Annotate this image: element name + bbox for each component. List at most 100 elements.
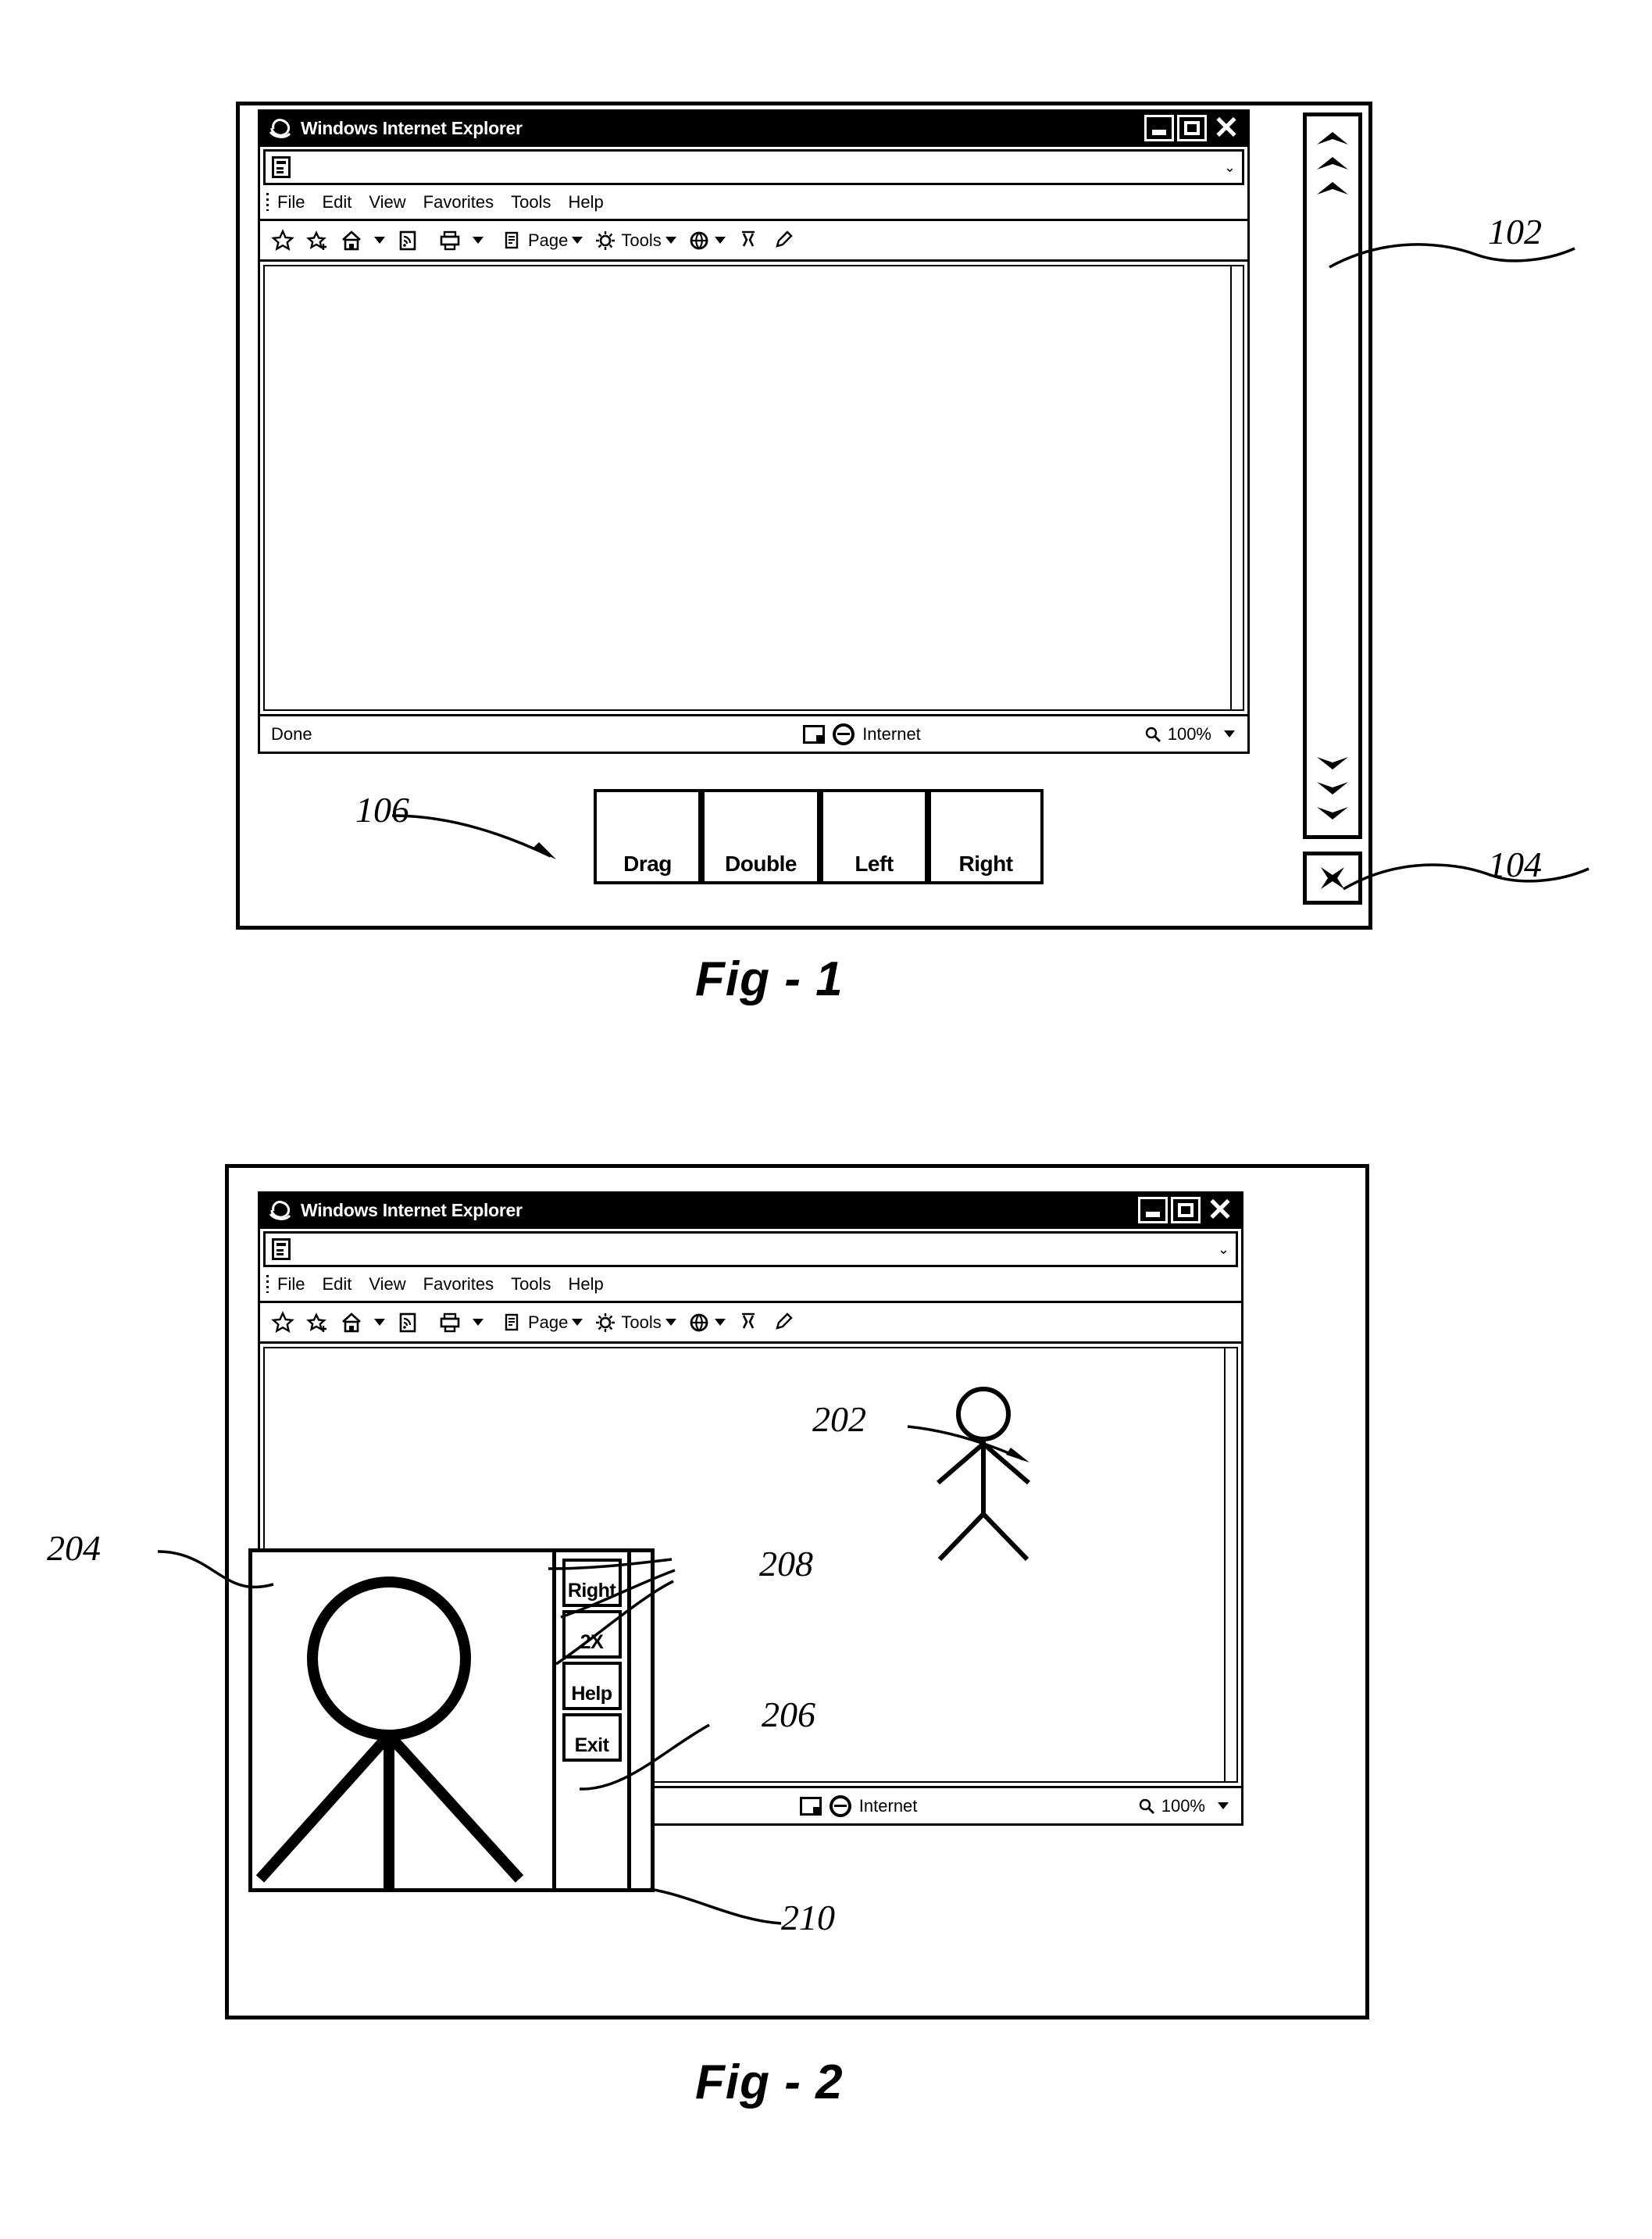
leader-line-104 [1343, 863, 1590, 891]
overlay-sidebar[interactable] [627, 1552, 651, 1888]
globe-help-icon [690, 1313, 708, 1332]
chevron-up-icon[interactable] [1315, 177, 1351, 198]
zoom-2x-button[interactable]: 2X [562, 1610, 622, 1659]
right-click-button[interactable]: Right [928, 789, 1044, 884]
menu-item-file[interactable]: File [277, 1274, 305, 1294]
page-menu[interactable]: Page [501, 1311, 583, 1334]
menu-item-edit[interactable]: Edit [322, 192, 351, 212]
internet-zone-globe-icon [829, 1794, 851, 1817]
exit-button[interactable]: Exit [562, 1713, 622, 1762]
close-box[interactable] [1303, 852, 1362, 905]
page-menu-icon [505, 231, 519, 248]
page-vertical-scrollbar[interactable] [1230, 266, 1243, 709]
print-dropdown-caret-icon[interactable] [473, 1319, 483, 1326]
scroll-up-group[interactable] [1315, 127, 1351, 198]
address-bar[interactable]: ⌄ [263, 1231, 1238, 1267]
chevron-down-icon[interactable]: ⌄ [1224, 160, 1236, 174]
add-to-favorites-icon[interactable] [305, 229, 329, 252]
tools-menu-label: Tools [621, 230, 662, 250]
menu-item-tools[interactable]: Tools [511, 1274, 551, 1294]
chevron-down-icon[interactable] [1315, 754, 1351, 774]
callout-206: 206 [762, 1694, 815, 1734]
help-button[interactable]: Help [562, 1662, 622, 1710]
maximize-button[interactable] [1177, 115, 1207, 141]
print-icon[interactable] [438, 229, 462, 252]
address-bar[interactable]: ⌄ [263, 149, 1244, 185]
zoom-chevron-down-icon[interactable] [1218, 1802, 1229, 1809]
minimize-button[interactable] [1138, 1197, 1168, 1223]
messenger-icon[interactable] [737, 229, 760, 252]
chevron-down-icon[interactable] [1315, 779, 1351, 799]
home-icon[interactable] [340, 1311, 363, 1334]
internet-explorer-logo-icon [269, 1198, 291, 1222]
callout-104: 104 [1488, 845, 1542, 884]
tools-chevron-down-icon [665, 237, 676, 244]
security-zone-indicator[interactable]: Internet [803, 723, 921, 745]
zoom-indicator[interactable]: 100% [1144, 724, 1211, 745]
add-to-favorites-icon[interactable] [305, 1311, 329, 1334]
page-menu[interactable]: Page [501, 229, 583, 252]
browser-window-fig1: Windows Internet Explorer ✕ ⌄ File Edit … [258, 109, 1250, 754]
zoom-indicator[interactable]: 100% [1138, 1796, 1205, 1816]
window-controls: ✕ [1144, 112, 1243, 144]
edit-page-icon[interactable] [771, 1311, 794, 1334]
right-click-button[interactable]: Right [562, 1559, 622, 1607]
messenger-icon[interactable] [737, 1311, 760, 1334]
callout-210: 210 [781, 1898, 835, 1937]
tools-menu[interactable]: Tools [594, 1311, 676, 1334]
favorites-star-icon[interactable] [271, 228, 294, 252]
tools-menu-label: Tools [621, 1312, 662, 1332]
menu-item-favorites[interactable]: Favorites [423, 192, 494, 212]
chevron-down-icon[interactable]: ⌄ [1218, 1242, 1229, 1256]
page-vertical-scrollbar[interactable] [1224, 1348, 1236, 1781]
internet-explorer-logo-icon [269, 116, 291, 140]
tools-gear-icon [596, 230, 615, 250]
window-title: Windows Internet Explorer [301, 117, 523, 138]
status-text: Done [271, 723, 312, 744]
tools-menu[interactable]: Tools [594, 229, 676, 252]
globe-help-icon [690, 231, 708, 250]
feeds-icon[interactable] [396, 229, 419, 252]
maximize-button[interactable] [1171, 1197, 1201, 1223]
menu-item-view[interactable]: View [369, 1274, 405, 1294]
edit-page-icon[interactable] [771, 229, 794, 252]
favorites-star-icon[interactable] [271, 1310, 294, 1334]
print-icon[interactable] [438, 1311, 462, 1334]
home-icon[interactable] [340, 229, 363, 252]
magnifier-icon [1139, 1798, 1154, 1814]
tools-gear-icon [596, 1312, 615, 1332]
print-dropdown-caret-icon[interactable] [473, 237, 483, 244]
scroll-down-group[interactable] [1315, 754, 1351, 824]
menu-item-favorites[interactable]: Favorites [423, 1274, 494, 1294]
menu-bar: File Edit View Favorites Tools Help [260, 1267, 1241, 1303]
menu-item-edit[interactable]: Edit [322, 1274, 351, 1294]
home-dropdown-caret-icon[interactable] [374, 237, 385, 244]
security-zone-indicator[interactable]: Internet [799, 1794, 917, 1817]
window-title: Windows Internet Explorer [301, 1199, 523, 1220]
feeds-icon[interactable] [396, 1311, 419, 1334]
close-button[interactable]: ✕ [1204, 1194, 1236, 1226]
chevron-scroll-panel[interactable] [1303, 112, 1362, 839]
drag-button[interactable]: Drag [594, 789, 701, 884]
double-click-button[interactable]: Double [701, 789, 820, 884]
help-menu[interactable] [687, 1311, 726, 1334]
menu-item-tools[interactable]: Tools [511, 192, 551, 212]
command-bar: Page Tools [260, 1303, 1241, 1344]
left-click-button[interactable]: Left [820, 789, 928, 884]
chevron-up-icon[interactable] [1315, 127, 1351, 148]
close-button[interactable]: ✕ [1210, 112, 1243, 144]
callout-102: 102 [1488, 212, 1542, 252]
title-bar: Windows Internet Explorer ✕ [260, 109, 1247, 147]
magnifier-overlay-window[interactable]: Right 2X Help Exit [248, 1548, 655, 1892]
chevron-down-icon[interactable] [1315, 804, 1351, 824]
menu-item-view[interactable]: View [369, 192, 405, 212]
menu-item-help[interactable]: Help [569, 192, 604, 212]
page-menu-label: Page [528, 230, 569, 250]
home-dropdown-caret-icon[interactable] [374, 1319, 385, 1326]
chevron-up-icon[interactable] [1315, 152, 1351, 173]
menu-item-help[interactable]: Help [569, 1274, 604, 1294]
zoom-chevron-down-icon[interactable] [1224, 730, 1235, 737]
help-menu[interactable] [687, 229, 726, 252]
minimize-button[interactable] [1144, 115, 1174, 141]
menu-item-file[interactable]: File [277, 192, 305, 212]
